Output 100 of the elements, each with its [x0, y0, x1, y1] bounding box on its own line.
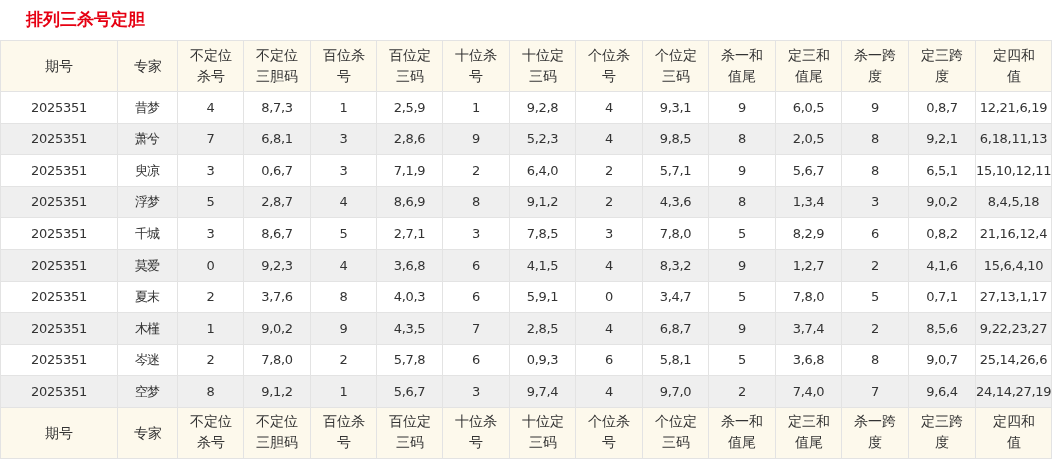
- table-cell: 2,0,5: [775, 123, 842, 155]
- table-cell: 1,2,7: [775, 249, 842, 282]
- column-header: 定四和值: [992, 45, 1035, 86]
- table-cell: 2025351: [0, 217, 118, 250]
- column-header: 十位定三码: [521, 45, 564, 86]
- table-cell: 2,8,7: [243, 186, 311, 218]
- table-cell: 6: [575, 344, 643, 376]
- table-cell: 9,7,4: [509, 375, 576, 408]
- table-cell: 4: [575, 312, 643, 345]
- column-footer: 个位杀号: [588, 411, 630, 454]
- column-footer: 专家: [133, 422, 162, 444]
- table-cell: 9: [708, 154, 776, 187]
- table-cell: 7: [177, 123, 244, 155]
- table-cell: 臾凉: [117, 154, 178, 187]
- table-cell: 5,2,3: [509, 123, 576, 155]
- table-cell: 9: [841, 91, 909, 124]
- table-cell: 6: [442, 249, 510, 282]
- table-cell: 4: [575, 91, 643, 124]
- table-cell: 2025351: [0, 344, 118, 376]
- table-cell: 4: [575, 375, 643, 408]
- table-cell: 3,7,6: [243, 281, 311, 313]
- table-cell: 4,3,6: [642, 186, 709, 218]
- table-cell: 2025351: [0, 91, 118, 124]
- table-cell: 2: [442, 154, 510, 187]
- column-footer: 不定位三胆码: [256, 411, 298, 454]
- table-cell: 昔梦: [117, 91, 178, 124]
- table-cell: 8: [708, 186, 776, 218]
- column-header: 杀一跨度: [854, 45, 896, 86]
- table-cell: 2: [575, 154, 643, 187]
- table-cell: 7: [841, 375, 909, 408]
- table-cell: 8: [310, 281, 377, 313]
- table-cell: 9,1,2: [243, 375, 311, 408]
- table-cell: 4: [177, 91, 244, 124]
- table-cell: 4: [575, 123, 643, 155]
- table-cell: 岑迷: [117, 344, 178, 376]
- table-cell: 4,1,5: [509, 249, 576, 282]
- table-cell: 0: [177, 249, 244, 282]
- column-footer: 不定位杀号: [189, 411, 232, 454]
- table-cell: 2025351: [0, 186, 118, 218]
- table-cell: 5: [177, 186, 244, 218]
- table-cell: 2,8,6: [376, 123, 443, 155]
- table-cell: 6,8,7: [642, 312, 709, 345]
- column-header: 不定位杀号: [189, 45, 232, 86]
- column-header: 专家: [133, 57, 162, 76]
- table-cell: 夏末: [117, 281, 178, 313]
- table-cell: 7,4,0: [775, 375, 842, 408]
- table-cell: 2025351: [0, 281, 118, 313]
- table-cell: 9: [708, 91, 776, 124]
- table-cell: 8,6,7: [243, 217, 311, 250]
- table-cell: 2: [841, 249, 909, 282]
- table-cell: 8: [177, 375, 244, 408]
- column-footer: 定三跨度: [921, 411, 963, 454]
- table-cell: 4: [575, 249, 643, 282]
- table-cell: 4: [310, 249, 377, 282]
- table-cell: 1: [442, 91, 510, 124]
- table-cell: 1: [177, 312, 244, 345]
- table-cell: 木槿: [117, 312, 178, 345]
- column-header: 个位杀号: [588, 45, 630, 86]
- table-cell: 25,14,26,6: [975, 344, 1052, 376]
- table-cell: 2025351: [0, 249, 118, 282]
- table-cell: 9,0,7: [908, 344, 976, 376]
- table-cell: 8,3,2: [642, 249, 709, 282]
- table-cell: 8: [841, 123, 909, 155]
- table-cell: 8: [841, 344, 909, 376]
- column-footer: 十位定三码: [521, 411, 564, 454]
- column-footer: 个位定三码: [654, 411, 697, 454]
- table-cell: 2025351: [0, 123, 118, 155]
- table-cell: 12,21,6,19: [975, 91, 1052, 124]
- table-cell: 莫爱: [117, 249, 178, 282]
- table-cell: 3: [841, 186, 909, 218]
- column-header: 不定位三胆码: [256, 45, 298, 86]
- table-cell: 空梦: [117, 375, 178, 408]
- table-cell: 5,7,8: [376, 344, 443, 376]
- table-cell: 4: [310, 186, 377, 218]
- column-header: 个位定三码: [654, 45, 697, 86]
- table-cell: 2,8,5: [509, 312, 576, 345]
- table-cell: 6: [442, 281, 510, 313]
- table-cell: 9,3,1: [642, 91, 709, 124]
- table-cell: 2: [310, 344, 377, 376]
- table-cell: 0,7,1: [908, 281, 976, 313]
- table-cell: 2025351: [0, 312, 118, 345]
- table-cell: 24,14,27,19: [975, 375, 1052, 408]
- table-cell: 4,0,3: [376, 281, 443, 313]
- table-cell: 2: [177, 344, 244, 376]
- table-cell: 0,6,7: [243, 154, 311, 187]
- table-cell: 2025351: [0, 375, 118, 408]
- table-cell: 2: [708, 375, 776, 408]
- table-cell: 6,8,1: [243, 123, 311, 155]
- table-cell: 9,1,2: [509, 186, 576, 218]
- table-cell: 3: [177, 217, 244, 250]
- column-footer: 杀一跨度: [854, 411, 896, 454]
- table-cell: 15,6,4,10: [975, 249, 1052, 282]
- table-cell: 8,2,9: [775, 217, 842, 250]
- table-cell: 5: [310, 217, 377, 250]
- table-cell: 8: [841, 154, 909, 187]
- column-footer: 定四和值: [992, 411, 1035, 454]
- table-cell: 3: [310, 123, 377, 155]
- table-cell: 6,5,1: [908, 154, 976, 187]
- column-footer: 十位杀号: [455, 411, 497, 454]
- column-footer: 定三和值尾: [787, 411, 830, 454]
